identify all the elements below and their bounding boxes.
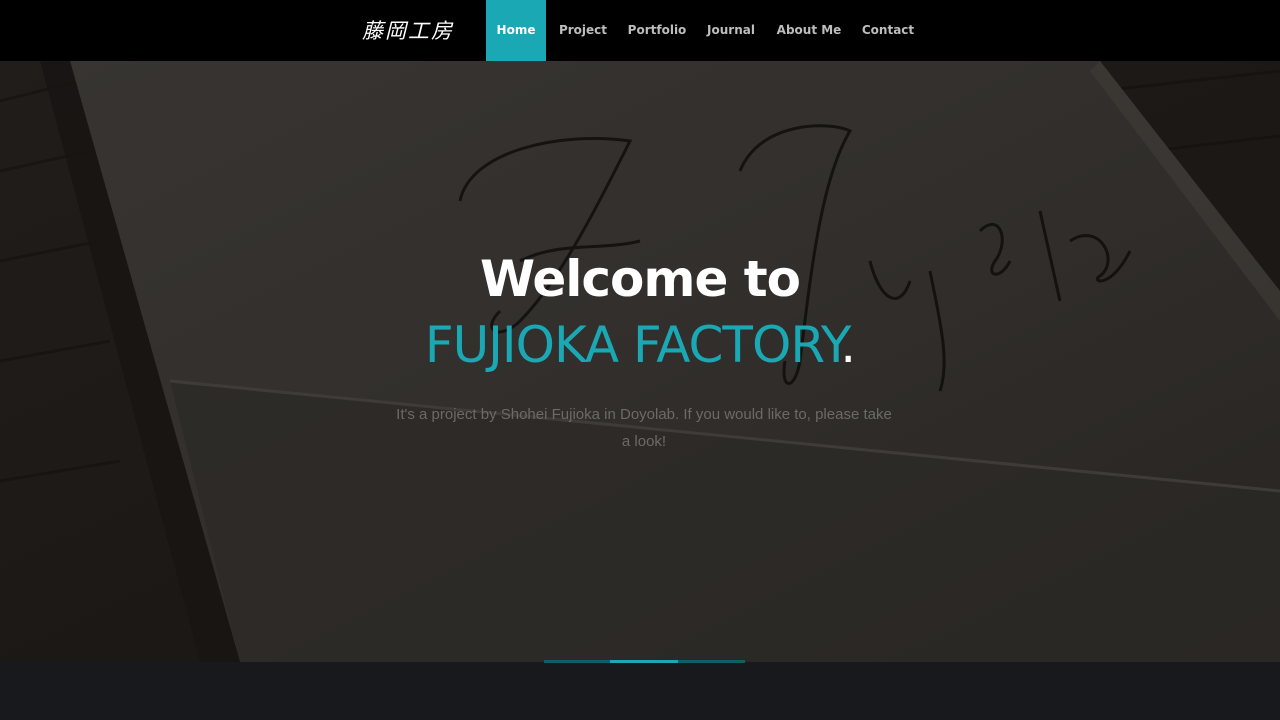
hero-section: Welcome to FUJIOKA FACTORY. It's a proje… [0, 61, 1280, 662]
nav-project[interactable]: Project [552, 0, 614, 61]
hero-brand-line: FUJIOKA FACTORY. [0, 316, 1280, 374]
slider-indicator-1[interactable] [544, 660, 610, 663]
hero-brand-dot: . [840, 316, 856, 374]
hero-subtitle: It's a project by Shohei Fujioka in Doyo… [396, 406, 892, 450]
top-navbar: 藤岡工房 Home Project Portfolio Journal Abou… [0, 0, 1280, 61]
nav-portfolio[interactable]: Portfolio [620, 0, 694, 61]
hero-brand-name: FUJIOKA FACTORY [424, 316, 841, 374]
page-bottom-section [0, 662, 1280, 720]
site-logo[interactable]: 藤岡工房 [362, 17, 454, 45]
nav-contact[interactable]: Contact [856, 0, 920, 61]
slider-indicator-3[interactable] [678, 660, 745, 663]
hero-headline: Welcome to [479, 250, 801, 308]
slider-indicator-2[interactable] [610, 660, 678, 663]
nav-journal[interactable]: Journal [700, 0, 762, 61]
nav-about-me[interactable]: About Me [768, 0, 850, 61]
nav-home[interactable]: Home [486, 0, 546, 61]
